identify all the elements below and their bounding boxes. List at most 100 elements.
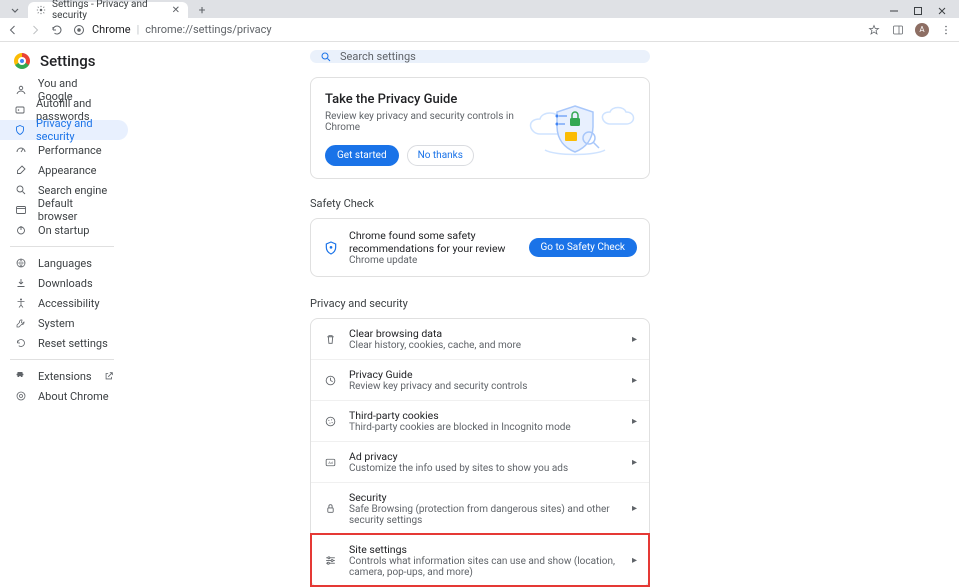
autofill-icon — [14, 103, 26, 117]
wrench-icon — [14, 316, 28, 330]
gauge-icon — [14, 143, 28, 157]
safety-check-label: Safety Check — [310, 197, 374, 210]
reset-icon — [14, 336, 28, 350]
compass-icon — [323, 373, 337, 387]
tab-title: Settings - Privacy and security — [52, 0, 162, 21]
search-icon — [320, 51, 332, 63]
nav-label: About Chrome — [38, 390, 109, 403]
nav-performance[interactable]: Performance — [0, 140, 128, 160]
no-thanks-button[interactable]: No thanks — [407, 145, 474, 166]
profile-avatar[interactable]: A — [915, 23, 929, 37]
main-column: Search settings Take the Privacy Guide R… — [310, 42, 959, 515]
row-title: Site settings — [349, 543, 620, 556]
settings-nav: You and Google Autofill and passwords Pr… — [0, 80, 128, 406]
row-sub: Customize the info used by sites to show… — [349, 463, 620, 474]
nav-label: On startup — [38, 224, 89, 237]
nav-reset[interactable]: Reset settings — [0, 333, 128, 353]
nav-label: Privacy and security — [36, 117, 114, 143]
reload-button[interactable] — [50, 23, 64, 37]
trash-icon — [323, 332, 337, 346]
row-title: Ad privacy — [349, 450, 620, 463]
privacy-list: Clear browsing data Clear history, cooki… — [310, 318, 650, 587]
power-icon — [14, 223, 28, 237]
close-window-button[interactable] — [935, 4, 949, 18]
row-title: Security — [349, 491, 620, 504]
paint-icon — [14, 163, 28, 177]
window-controls — [887, 4, 959, 18]
get-started-button[interactable]: Get started — [325, 145, 399, 166]
chrome-outline-icon — [14, 389, 28, 403]
accessibility-icon — [14, 296, 28, 310]
back-button[interactable] — [6, 23, 20, 37]
omnibox-host: Chrome — [92, 23, 131, 36]
nav-label: Languages — [38, 257, 92, 270]
go-to-safety-check-button[interactable]: Go to Safety Check — [529, 238, 638, 257]
maximize-button[interactable] — [911, 4, 925, 18]
browser-tab[interactable]: Settings - Privacy and security ✕ — [28, 2, 188, 18]
nav-about-chrome[interactable]: About Chrome — [0, 386, 128, 406]
chevron-right-icon: ▸ — [632, 416, 637, 427]
chevron-right-icon: ▸ — [632, 334, 637, 345]
globe-icon — [14, 256, 28, 270]
row-third-party-cookies[interactable]: Third-party cookies Third-party cookies … — [311, 400, 649, 441]
settings-page: Settings You and Google Autofill and pas… — [0, 42, 959, 515]
svg-text:Ad: Ad — [328, 460, 333, 465]
nav-default-browser[interactable]: Default browser — [0, 200, 128, 220]
row-site-settings[interactable]: Site settings Controls what information … — [311, 534, 649, 586]
nav-label: Reset settings — [38, 337, 108, 350]
close-tab-icon[interactable]: ✕ — [172, 5, 180, 16]
tab-strip: Settings - Privacy and security ✕ + — [0, 0, 959, 18]
safety-check-card: Chrome found some safety recommendations… — [310, 218, 650, 277]
browser-icon — [14, 203, 28, 217]
tab-search-chevron-icon[interactable] — [8, 4, 22, 18]
nav-separator — [10, 359, 114, 360]
row-sub: Safe Browsing (protection from dangerous… — [349, 504, 620, 526]
omnibox[interactable]: Chrome | chrome://settings/privacy — [72, 23, 859, 37]
new-tab-button[interactable]: + — [194, 2, 210, 18]
tune-icon — [323, 554, 337, 568]
side-panel-icon[interactable] — [891, 23, 905, 37]
nav-privacy-security[interactable]: Privacy and security — [0, 120, 128, 140]
forward-button[interactable] — [28, 23, 42, 37]
row-title: Clear browsing data — [349, 327, 620, 340]
nav-downloads[interactable]: Downloads — [0, 273, 128, 293]
gear-icon — [36, 5, 46, 15]
guide-subtitle: Review key privacy and security controls… — [325, 111, 515, 133]
row-security[interactable]: Security Safe Browsing (protection from … — [311, 482, 649, 534]
brand-row: Settings — [0, 50, 310, 80]
row-sub: Clear history, cookies, cache, and more — [349, 340, 620, 351]
kebab-menu-icon[interactable] — [939, 23, 953, 37]
nav-label: Default browser — [38, 197, 114, 223]
row-sub: Controls what information sites can use … — [349, 556, 620, 578]
nav-appearance[interactable]: Appearance — [0, 160, 128, 180]
nav-label: Performance — [38, 144, 102, 157]
row-clear-browsing-data[interactable]: Clear browsing data Clear history, cooki… — [311, 319, 649, 359]
nav-languages[interactable]: Languages — [0, 253, 128, 273]
ad-icon: Ad — [323, 455, 337, 469]
chrome-page-icon — [72, 23, 86, 37]
nav-extensions[interactable]: Extensions — [0, 366, 128, 386]
nav-on-startup[interactable]: On startup — [0, 220, 128, 240]
page-title: Settings — [40, 52, 96, 70]
nav-system[interactable]: System — [0, 313, 128, 333]
chevron-right-icon: ▸ — [632, 457, 637, 468]
safety-sub-text: Chrome update — [349, 255, 519, 266]
lock-icon — [323, 502, 337, 516]
nav-label: Appearance — [38, 164, 97, 177]
person-icon — [14, 83, 28, 97]
row-privacy-guide[interactable]: Privacy Guide Review key privacy and sec… — [311, 359, 649, 400]
minimize-button[interactable] — [887, 4, 901, 18]
nav-accessibility[interactable]: Accessibility — [0, 293, 128, 313]
nav-label: Accessibility — [38, 297, 100, 310]
bookmark-star-icon[interactable] — [867, 23, 881, 37]
guide-illustration — [515, 92, 635, 166]
shield-status-icon — [323, 240, 339, 256]
chrome-logo-icon — [14, 53, 30, 69]
privacy-guide-card: Take the Privacy Guide Review key privac… — [310, 77, 650, 179]
nav-label: System — [38, 317, 75, 330]
open-external-icon — [104, 371, 114, 381]
guide-title: Take the Privacy Guide — [325, 92, 515, 107]
search-settings[interactable]: Search settings — [310, 50, 650, 63]
row-ad-privacy[interactable]: Ad Ad privacy Customize the info used by… — [311, 441, 649, 482]
nav-label: Search engine — [38, 184, 107, 197]
